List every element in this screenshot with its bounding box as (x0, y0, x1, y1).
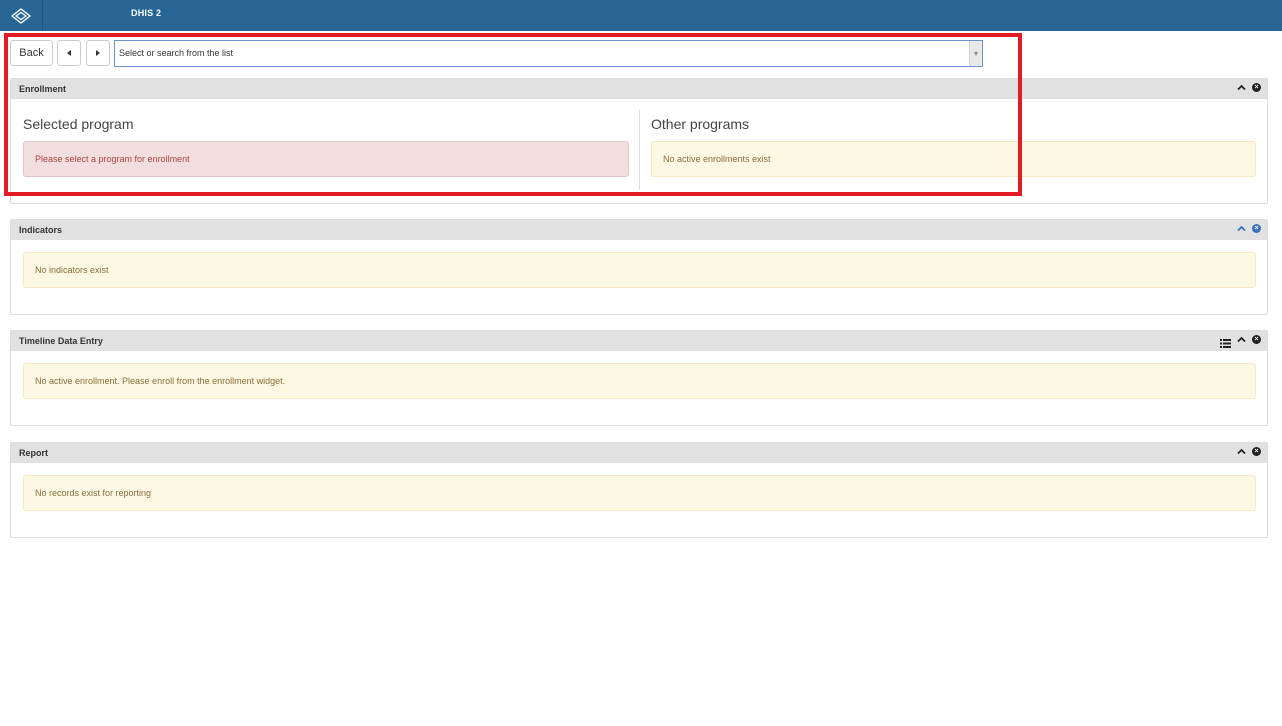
caret-left-icon (67, 50, 71, 56)
enrollment-widget-header: Enrollment × (11, 79, 1267, 99)
top-header-bar: DHIS 2 (0, 0, 1282, 31)
collapse-icon[interactable] (1237, 335, 1246, 344)
report-alert: No records exist for reporting (23, 475, 1256, 511)
close-icon[interactable]: × (1252, 83, 1261, 92)
close-icon[interactable]: × (1252, 335, 1261, 344)
dropdown-arrow-icon[interactable] (969, 41, 982, 66)
other-programs-alert: No active enrollments exist (651, 141, 1256, 177)
app-title[interactable]: DHIS 2 (131, 8, 161, 18)
enrollment-widget: Enrollment × Selected program Please sel… (10, 78, 1268, 204)
timeline-widget-title: Timeline Data Entry (19, 336, 103, 346)
next-button[interactable] (86, 40, 110, 66)
selected-program-title: Selected program (23, 116, 134, 132)
program-select[interactable]: Select or search from the list (114, 40, 983, 67)
enrollment-widget-title: Enrollment (19, 84, 67, 94)
timeline-data-entry-widget: Timeline Data Entry × No active enrollme… (10, 330, 1268, 426)
indicators-widget: Indicators × No indicators exist (10, 219, 1268, 315)
selected-program-alert: Please select a program for enrollment (23, 141, 629, 177)
report-widget-header: Report × (11, 443, 1267, 463)
collapse-icon[interactable] (1237, 83, 1246, 92)
list-view-icon[interactable] (1220, 335, 1231, 348)
column-divider (639, 110, 640, 190)
previous-button[interactable] (57, 40, 81, 66)
report-widget: Report × No records exist for reporting (10, 442, 1268, 538)
timeline-alert: No active enrollment. Please enroll from… (23, 363, 1256, 399)
indicators-alert: No indicators exist (23, 252, 1256, 288)
caret-right-icon (96, 50, 100, 56)
close-icon[interactable]: × (1252, 224, 1261, 233)
back-button[interactable]: Back (10, 40, 53, 66)
indicators-widget-header: Indicators × (11, 220, 1267, 240)
indicators-widget-title: Indicators (19, 225, 63, 235)
collapse-icon[interactable] (1237, 447, 1246, 456)
report-widget-title: Report (19, 448, 48, 458)
program-select-placeholder: Select or search from the list (119, 48, 234, 58)
other-programs-title: Other programs (651, 116, 750, 132)
timeline-widget-header: Timeline Data Entry × (11, 331, 1267, 351)
close-icon[interactable]: × (1252, 447, 1261, 456)
dhis2-logo-icon[interactable] (0, 0, 43, 31)
collapse-icon[interactable] (1237, 224, 1246, 233)
